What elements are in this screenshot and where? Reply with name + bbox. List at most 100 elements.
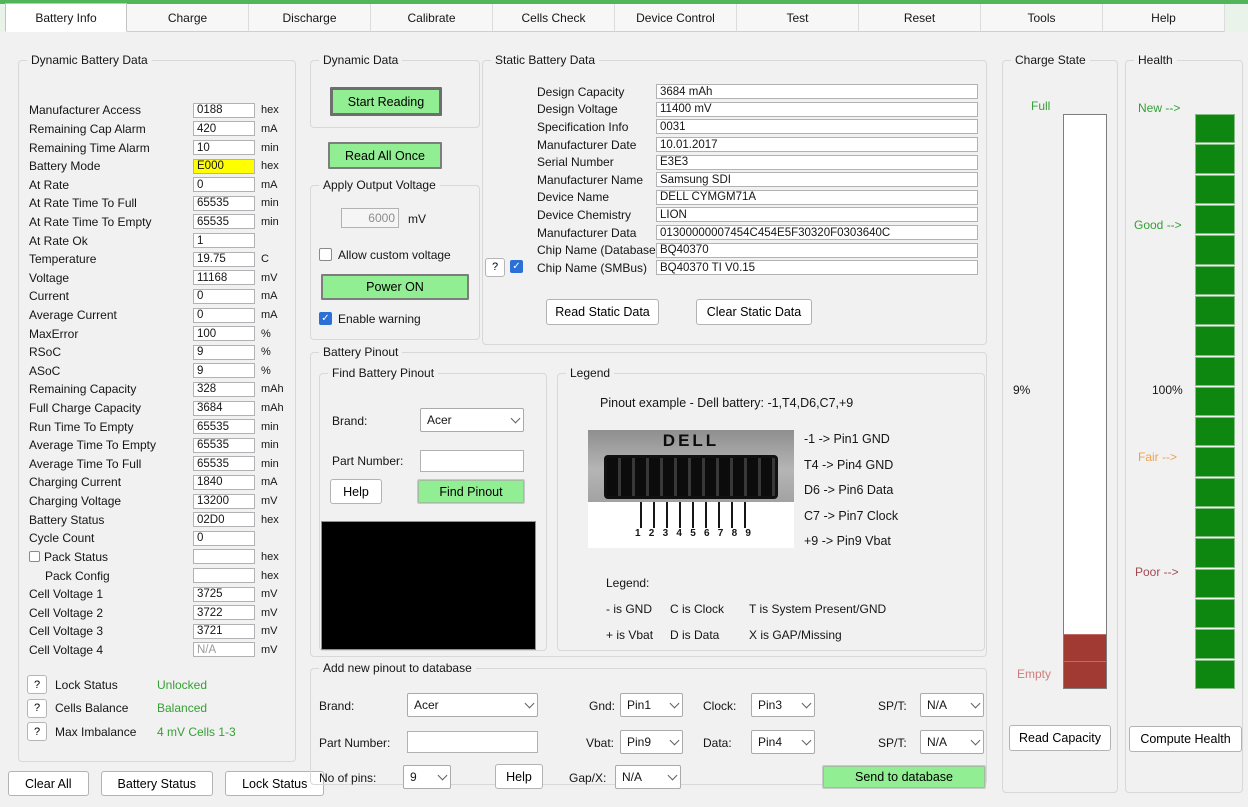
- footer-button[interactable]: Battery Status: [100, 771, 214, 796]
- spt1-select[interactable]: N/A: [920, 693, 984, 717]
- field-value-input[interactable]: 420: [193, 121, 255, 137]
- field-value-input[interactable]: 65535: [193, 456, 255, 472]
- field-value-input[interactable]: E3E3: [656, 154, 978, 170]
- brand-select[interactable]: Acer: [420, 408, 524, 432]
- field-value-input[interactable]: 0031: [656, 119, 978, 135]
- find-pinout-button[interactable]: Find Pinout: [417, 479, 525, 504]
- field-value-input[interactable]: 9: [193, 363, 255, 379]
- enable-warning-checkbox[interactable]: ✓: [319, 312, 332, 325]
- data-value: Pin4: [758, 735, 783, 749]
- tab[interactable]: Device Control: [615, 4, 737, 32]
- field-label: Remaining Time Alarm: [29, 140, 150, 155]
- field-value-input[interactable]: 65535: [193, 437, 255, 453]
- field-value-input[interactable]: 3684: [193, 400, 255, 416]
- chevron-down-icon: [669, 735, 680, 746]
- field-value-input[interactable]: 1: [193, 233, 255, 249]
- tab[interactable]: Help: [1103, 4, 1225, 32]
- data-select[interactable]: Pin4: [751, 730, 815, 754]
- tab[interactable]: Charge: [127, 4, 249, 32]
- tab[interactable]: Tools: [981, 4, 1103, 32]
- field-value-input[interactable]: 1840: [193, 474, 255, 490]
- read-static-data-button[interactable]: Read Static Data: [546, 299, 659, 325]
- chip-name-smbus-checkbox[interactable]: ✓: [510, 259, 523, 273]
- field-value-input[interactable]: 3721: [193, 623, 255, 639]
- field-value-input[interactable]: 3725: [193, 586, 255, 602]
- spt2-select[interactable]: N/A: [920, 730, 984, 754]
- pin-number: 5: [690, 528, 696, 539]
- field-value-input[interactable]: 11400 mV: [656, 101, 978, 117]
- field-value-input[interactable]: 0: [193, 177, 255, 193]
- help-button[interactable]: ?: [27, 698, 47, 718]
- tab[interactable]: Cells Check: [493, 4, 615, 32]
- legend-item: X is GAP/Missing: [749, 628, 842, 642]
- power-on-button[interactable]: Power ON: [321, 274, 469, 300]
- field-value-input[interactable]: LION: [656, 207, 978, 223]
- send-to-database-button[interactable]: Send to database: [822, 765, 986, 789]
- tab[interactable]: Discharge: [249, 4, 371, 32]
- field-label: Device Name: [537, 190, 610, 205]
- compute-health-button[interactable]: Compute Health: [1129, 726, 1242, 752]
- field-value-input[interactable]: 0: [193, 307, 255, 323]
- field-value-input[interactable]: 13200: [193, 493, 255, 509]
- field-value-input[interactable]: 3684 mAh: [656, 84, 978, 100]
- tab[interactable]: Reset: [859, 4, 981, 32]
- footer-button[interactable]: Clear All: [8, 771, 89, 796]
- chip-name-help-button[interactable]: ?: [485, 257, 505, 277]
- field-value-input[interactable]: 02D0: [193, 512, 255, 528]
- find-battery-pinout-group: Find Battery Pinout Brand: Acer Part Num…: [319, 366, 547, 651]
- field-value-input[interactable]: 9: [193, 344, 255, 360]
- field-label: Average Time To Full: [29, 456, 142, 471]
- field-value-input[interactable]: Samsung SDI: [656, 172, 978, 188]
- clear-static-data-button[interactable]: Clear Static Data: [696, 299, 812, 325]
- field-value-input[interactable]: [193, 568, 255, 584]
- help-button[interactable]: ?: [27, 722, 47, 742]
- field-unit: min: [261, 439, 279, 452]
- field-value-input[interactable]: BQ40370: [656, 242, 978, 258]
- allow-custom-voltage-checkbox[interactable]: [319, 248, 332, 261]
- field-value-input[interactable]: 0: [193, 530, 255, 546]
- field-value-input[interactable]: 11168: [193, 270, 255, 286]
- help-button[interactable]: ?: [27, 675, 47, 695]
- field-value-input[interactable]: N/A: [193, 642, 255, 658]
- field-value-input[interactable]: E000: [193, 158, 255, 174]
- read-capacity-button[interactable]: Read Capacity: [1009, 725, 1111, 751]
- field-value-input[interactable]: BQ40370 TI V0.15: [656, 260, 978, 276]
- field-value-input[interactable]: 19.75: [193, 251, 255, 267]
- field-value-input[interactable]: [193, 549, 255, 565]
- clock-select[interactable]: Pin3: [751, 693, 815, 717]
- vbat-select[interactable]: Pin9: [620, 730, 683, 754]
- start-reading-button[interactable]: Start Reading: [330, 87, 442, 116]
- pack-status-checkbox[interactable]: [29, 551, 40, 563]
- tab[interactable]: Battery Info: [5, 3, 127, 32]
- field-value-input[interactable]: 3722: [193, 605, 255, 621]
- field-value-input[interactable]: 0188: [193, 102, 255, 118]
- field-value-input[interactable]: 0: [193, 288, 255, 304]
- pinout-legend-group: Legend Pinout example - Dell battery: -1…: [557, 366, 985, 651]
- gnd-select[interactable]: Pin1: [620, 693, 683, 717]
- brand-select[interactable]: Acer: [407, 693, 538, 717]
- field-value-input[interactable]: 65535: [193, 195, 255, 211]
- chevron-down-icon: [801, 698, 812, 709]
- part-number-input[interactable]: [420, 450, 524, 472]
- output-voltage-input[interactable]: 6000: [341, 208, 399, 228]
- no-of-pins-select[interactable]: 9: [403, 765, 451, 789]
- tab[interactable]: Calibrate: [371, 4, 493, 32]
- field-value-input[interactable]: 65535: [193, 214, 255, 230]
- field-value-input[interactable]: 328: [193, 381, 255, 397]
- field-value-input[interactable]: 10: [193, 140, 255, 156]
- dynamic-data-row: At Rate Time To Full 65535 min: [29, 194, 289, 213]
- field-value-input[interactable]: 10.01.2017: [656, 137, 978, 153]
- field-value-input[interactable]: 100: [193, 326, 255, 342]
- field-value-input[interactable]: 65535: [193, 419, 255, 435]
- spt-label: SP/T:: [878, 736, 907, 750]
- field-value-input[interactable]: DELL CYMGM71A: [656, 189, 978, 205]
- gap-select[interactable]: N/A: [615, 765, 681, 789]
- spt1-value: N/A: [927, 698, 948, 712]
- help-button[interactable]: Help: [330, 479, 382, 504]
- tab[interactable]: Test: [737, 4, 859, 32]
- chevron-down-icon: [510, 413, 521, 424]
- read-all-once-button[interactable]: Read All Once: [328, 142, 442, 169]
- field-value-input[interactable]: 01300000007454C454E5F30320F0303640C: [656, 225, 978, 241]
- help-button[interactable]: Help: [495, 764, 543, 789]
- part-number-input[interactable]: [407, 731, 538, 753]
